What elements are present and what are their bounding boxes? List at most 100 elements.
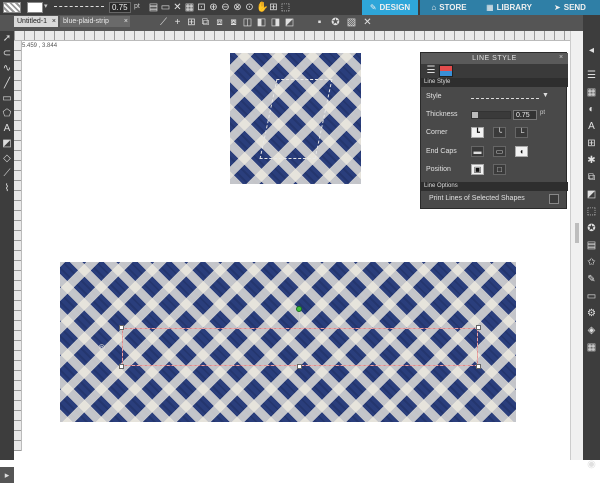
line-icon[interactable]: ╱ — [2, 79, 12, 89]
zoom-out-icon[interactable]: ⊖ — [220, 2, 231, 13]
plaid-image-bottom[interactable]: ⊚ — [60, 262, 516, 422]
resize-handle[interactable] — [297, 364, 302, 369]
print-lines-checkbox[interactable] — [549, 194, 559, 204]
add-page-icon[interactable]: ⊞ — [268, 2, 279, 13]
line-style-selector[interactable] — [54, 6, 104, 7]
corner-bevel-button[interactable]: └ — [515, 127, 528, 138]
thickness-input[interactable]: 0.75 — [513, 110, 537, 120]
offset-panel-icon[interactable]: ⬚ — [586, 206, 597, 217]
trace-icon[interactable]: ▧ — [346, 17, 357, 28]
shadow-icon[interactable]: ▪ — [314, 17, 325, 28]
offset-icon[interactable]: ◩ — [284, 17, 295, 28]
intersect-icon[interactable]: ◨ — [270, 17, 281, 28]
nav-send-tab[interactable]: ➤ SEND — [540, 0, 600, 15]
close-icon[interactable]: × — [124, 16, 128, 27]
corner-miter-button[interactable]: ┗ — [471, 127, 484, 138]
panel-toggle-icon[interactable]: ◂ — [586, 45, 597, 56]
close-icon[interactable]: × — [52, 16, 56, 27]
corner-round-button[interactable]: ╰ — [493, 127, 506, 138]
select-all-icon[interactable]: ⬚ — [280, 2, 291, 13]
lock-icon[interactable]: ⊚ — [98, 342, 108, 354]
resize-handle[interactable] — [119, 364, 124, 369]
open-icon[interactable]: ▭ — [160, 2, 171, 13]
crosshair-icon[interactable]: + — [172, 17, 183, 28]
help-icon[interactable]: ◉ — [586, 459, 597, 470]
end-cap-square-button[interactable]: ▭ — [493, 146, 506, 157]
end-cap-butt-button[interactable]: ▬ — [471, 146, 484, 157]
eraser-icon[interactable]: ◇ — [2, 154, 12, 164]
freehand-icon[interactable]: ∿ — [2, 64, 12, 74]
new-file-icon[interactable]: ▤ — [148, 2, 159, 13]
fill-panel-icon[interactable]: ▦ — [586, 87, 597, 98]
edit-points-icon[interactable]: ⊂ — [2, 49, 12, 59]
plaid-image-top[interactable] — [230, 53, 361, 184]
end-caps-label: End Caps — [426, 148, 457, 155]
rectangle-icon[interactable]: ▭ — [2, 94, 12, 104]
star-panel-icon[interactable]: ✩ — [586, 257, 597, 268]
vertical-scrollbar[interactable] — [570, 31, 583, 460]
line-color-tab-icon[interactable] — [439, 65, 453, 77]
line-style-tab-icon[interactable]: ☰ — [424, 65, 438, 77]
line-thickness-input[interactable]: 0.75 — [109, 2, 131, 13]
mirror-icon[interactable]: ⧈ — [214, 17, 225, 28]
end-cap-round-button[interactable]: ◖ — [515, 146, 528, 157]
cut-settings-icon[interactable]: ⚙ — [586, 308, 597, 319]
star-icon[interactable]: ✪ — [330, 17, 341, 28]
text-icon[interactable]: A — [2, 124, 12, 134]
resize-handle[interactable] — [476, 325, 481, 330]
dropdown-arrow-icon[interactable]: ▼ — [542, 92, 549, 99]
print-icon[interactable]: ▦ — [184, 2, 195, 13]
stroke-color-swatch[interactable] — [27, 2, 43, 13]
resize-handle[interactable] — [476, 364, 481, 369]
delete-icon[interactable]: ✕ — [362, 17, 373, 28]
line-style-panel-icon[interactable]: ☰ — [586, 70, 597, 81]
sketch-panel-icon[interactable]: ✎ — [586, 274, 597, 285]
close-icon[interactable]: × — [559, 54, 566, 61]
text-panel-icon[interactable]: A — [586, 121, 597, 132]
tab-untitled-1[interactable]: Untitled-1 × — [14, 16, 58, 27]
eyedropper-icon[interactable]: ⌇ — [2, 184, 12, 194]
nav-design-label: DESIGN — [379, 3, 411, 12]
transform-panel-icon[interactable]: ✱ — [586, 155, 597, 166]
tab-blue-plaid-strip[interactable]: blue-plaid-strip × — [60, 16, 130, 27]
thickness-slider-handle[interactable] — [472, 112, 478, 118]
layers-panel-icon[interactable]: ▤ — [586, 240, 597, 251]
align-icon[interactable]: ⊞ — [186, 17, 197, 28]
save-icon[interactable]: ✕ — [172, 2, 183, 13]
nav-store-tab[interactable]: ⌂ STORE — [420, 0, 478, 15]
fill-swatch[interactable] — [3, 2, 21, 13]
zoom-fit-icon[interactable]: ⊙ — [244, 2, 255, 13]
line-tool-icon[interactable]: ⟋ — [158, 17, 169, 28]
replicate-panel-icon[interactable]: ⧉ — [586, 172, 597, 183]
line-style-dropdown[interactable] — [471, 98, 539, 99]
pan-icon[interactable]: ✋ — [256, 2, 268, 13]
position-outside-button[interactable]: □ — [493, 164, 506, 175]
resize-handle[interactable] — [119, 325, 124, 330]
zoom-selection-icon[interactable]: ⊗ — [232, 2, 243, 13]
modify-panel-icon[interactable]: ◩ — [586, 189, 597, 200]
align-panel-icon[interactable]: ⊞ — [586, 138, 597, 149]
duplicate-icon[interactable]: ⧉ — [200, 17, 211, 28]
library-panel-icon[interactable]: ◈ — [586, 325, 597, 336]
panel-header[interactable]: LINE STYLE × — [421, 53, 568, 64]
polygon-icon[interactable]: ⬠ — [2, 109, 12, 119]
nav-library-tab[interactable]: ▦ LIBRARY — [478, 0, 540, 15]
color-panel-icon[interactable]: ◐ — [586, 104, 597, 115]
cut-icon[interactable]: ⊡ — [196, 2, 207, 13]
zoom-in-icon[interactable]: ⊕ — [208, 2, 219, 13]
subtract-icon[interactable]: ◧ — [256, 17, 267, 28]
replicate-icon[interactable]: ⧇ — [228, 17, 239, 28]
position-center-button[interactable]: ▣ — [471, 164, 484, 175]
grid-panel-icon[interactable]: ▦ — [586, 342, 597, 353]
image-edit-icon[interactable]: ◩ — [2, 139, 12, 149]
trace-panel-icon[interactable]: ✪ — [586, 223, 597, 234]
nav-design-tab[interactable]: ✎ DESIGN — [362, 0, 418, 15]
library-toggle-icon[interactable]: ▸ — [0, 467, 14, 483]
select-arrow-icon[interactable]: ➚ — [2, 34, 12, 44]
rotate-handle-line — [299, 312, 300, 328]
stroke-dropdown-icon[interactable]: ▾ — [44, 2, 48, 10]
knife-icon[interactable]: ⟋ — [2, 169, 12, 179]
weld-icon[interactable]: ◫ — [242, 17, 253, 28]
scrollbar-thumb[interactable] — [575, 223, 579, 243]
page-setup-icon[interactable]: ▭ — [586, 291, 597, 302]
